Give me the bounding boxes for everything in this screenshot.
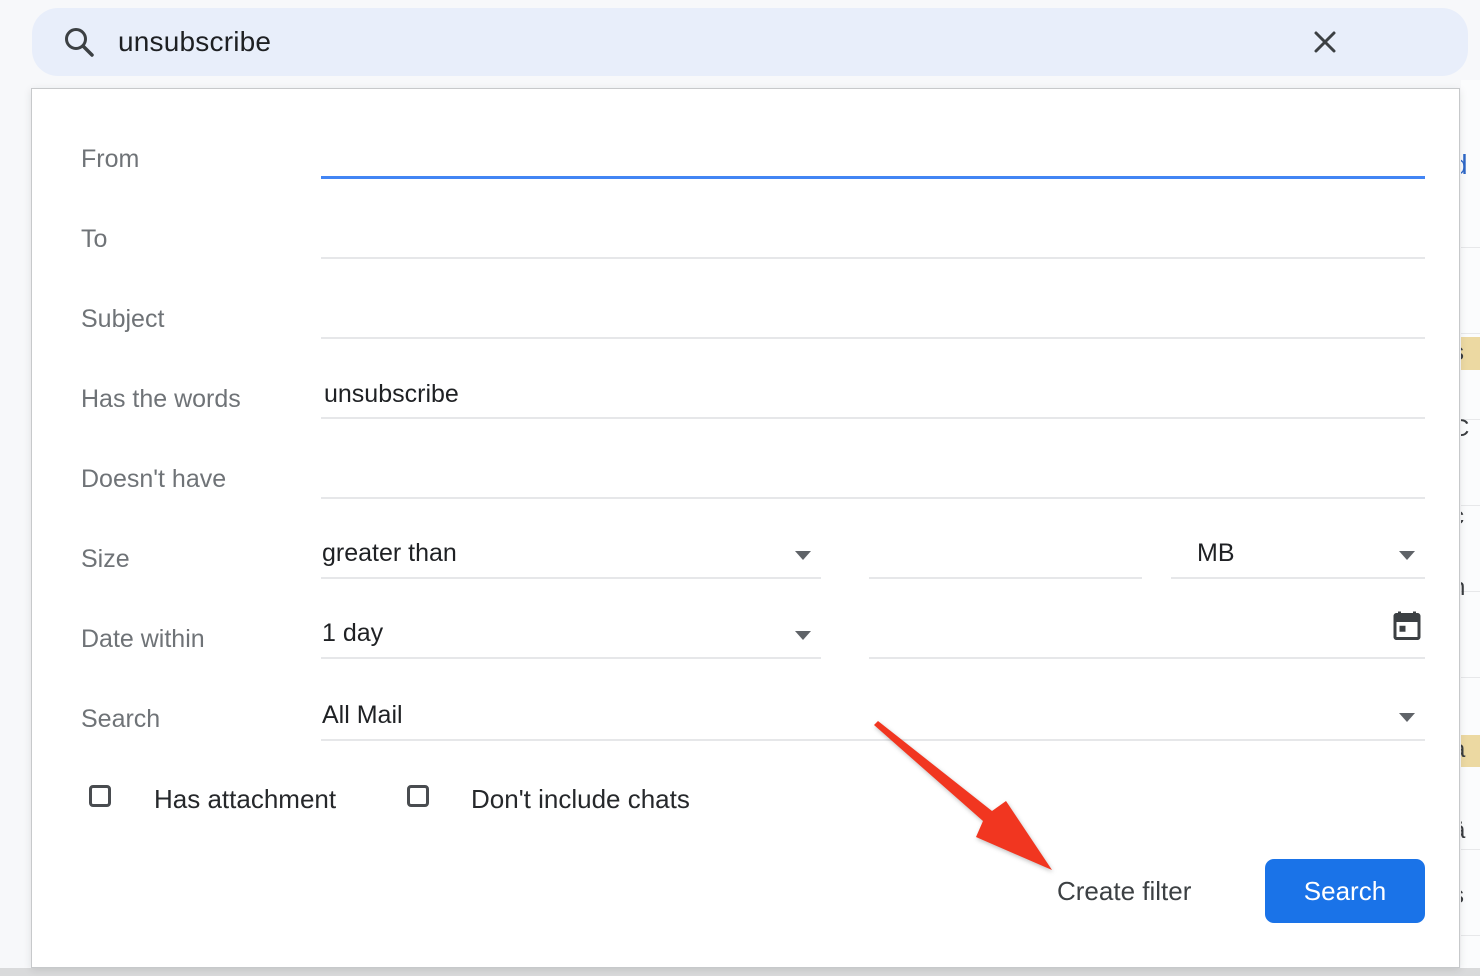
from-label: From [81, 143, 311, 175]
size-operator-value: greater than [322, 539, 457, 567]
gmail-search-filter-overlay: d s C c n j a ä s unsubscribe From To Su… [0, 0, 1480, 976]
search-query-text[interactable]: unsubscribe [118, 8, 271, 76]
from-input[interactable] [321, 131, 1425, 179]
search-scope-label: Search [81, 703, 311, 735]
text-fragment: a [1461, 737, 1465, 763]
chevron-down-icon [1399, 551, 1415, 560]
row-divider [1461, 849, 1480, 850]
text-fragment: ä [1461, 818, 1465, 844]
gmail-search-bar[interactable]: unsubscribe [32, 8, 1468, 76]
dont-include-chats-label: Don't include chats [471, 783, 690, 815]
date-picker-field[interactable] [869, 611, 1425, 659]
size-unit-value: MB [1197, 539, 1235, 567]
create-filter-button[interactable]: Create filter [1057, 875, 1191, 907]
doesnt-have-label: Doesn't have [81, 463, 311, 495]
background-bottom-strip [0, 968, 1480, 976]
row-divider [1461, 247, 1480, 248]
text-fragment: n [1461, 575, 1465, 601]
search-button[interactable]: Search [1265, 859, 1425, 923]
size-amount-input[interactable] [869, 531, 1142, 579]
chevron-down-icon [795, 631, 811, 640]
chevron-down-icon [1399, 713, 1415, 722]
to-input[interactable] [321, 211, 1425, 259]
search-scope-value: All Mail [322, 701, 403, 729]
to-label: To [81, 223, 311, 255]
search-scope-select[interactable]: All Mail [321, 693, 1425, 741]
size-operator-select[interactable]: greater than [321, 531, 821, 579]
subject-label: Subject [81, 303, 311, 335]
has-attachment-label: Has attachment [154, 783, 336, 815]
doesnt-have-input[interactable] [321, 451, 1425, 499]
text-fragment: c [1461, 504, 1464, 530]
text-fragment: d [1461, 152, 1468, 178]
calendar-icon[interactable] [1389, 607, 1425, 650]
text-fragment: s [1461, 340, 1464, 366]
row-divider [1461, 935, 1480, 936]
chevron-down-icon [795, 551, 811, 560]
search-filter-dialog: From To Subject Has the words Doesn't ha… [31, 88, 1460, 968]
date-within-label: Date within [81, 623, 311, 655]
date-range-value: 1 day [322, 619, 383, 647]
has-the-words-label: Has the words [81, 383, 311, 415]
date-range-select[interactable]: 1 day [321, 611, 821, 659]
has-the-words-input[interactable] [321, 371, 1425, 419]
search-icon [62, 25, 96, 64]
has-attachment-checkbox[interactable] [89, 785, 111, 807]
row-divider [1461, 333, 1480, 334]
background-email-list: d s C c n j a ä s [1461, 80, 1480, 968]
dont-include-chats-checkbox[interactable] [407, 785, 429, 807]
subject-input[interactable] [321, 291, 1425, 339]
text-fragment: s [1461, 883, 1464, 909]
size-unit-select[interactable]: MB [1171, 531, 1425, 579]
row-divider [1461, 677, 1480, 678]
close-icon[interactable] [1308, 25, 1342, 64]
size-label: Size [81, 543, 311, 575]
text-fragment: C [1461, 416, 1469, 442]
